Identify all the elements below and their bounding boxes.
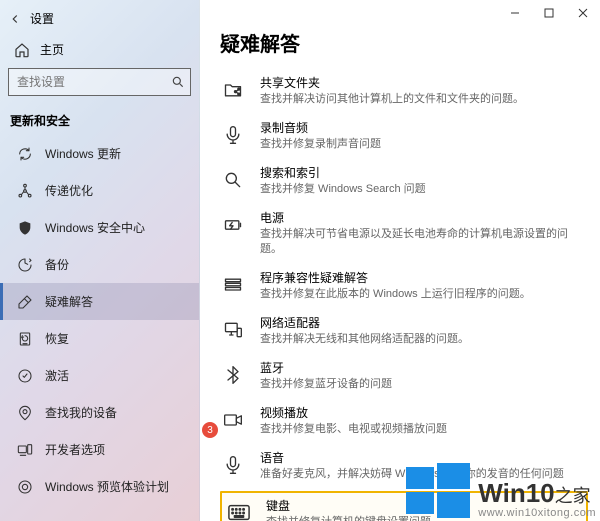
microphone-icon bbox=[220, 122, 246, 148]
troubleshooter-title: 共享文件夹 bbox=[260, 76, 582, 92]
sidebar-item-shield[interactable]: Windows 安全中心 bbox=[0, 209, 199, 246]
sidebar-item-find[interactable]: 查找我的设备 bbox=[0, 394, 199, 431]
search-wrap bbox=[8, 68, 191, 96]
win10-logo-icon bbox=[406, 461, 470, 519]
sidebar-item-label: 疑难解答 bbox=[45, 293, 93, 310]
titlebar: 设置 bbox=[0, 0, 199, 33]
troubleshooter-title: 网络适配器 bbox=[260, 316, 582, 332]
sidebar-item-sync[interactable]: Windows 更新 bbox=[0, 135, 199, 172]
troubleshooter-desc: 查找并解决无线和其他网络适配器的问题。 bbox=[260, 332, 582, 347]
watermark: Win10 之家 www.win10xitong.com bbox=[406, 461, 596, 519]
sidebar-item-insider[interactable]: Windows 预览体验计划 bbox=[0, 468, 199, 505]
troubleshooter-folder-share[interactable]: 共享文件夹 查找并解决访问其他计算机上的文件和文件夹的问题。 bbox=[220, 71, 588, 112]
troubleshooter-search[interactable]: 搜索和索引 查找并修复 Windows Search 问题 bbox=[220, 161, 588, 202]
shield-icon bbox=[17, 220, 33, 236]
troubleshooter-power[interactable]: 电源 查找并解决可节省电源以及延长电池寿命的计算机电源设置的问题。 bbox=[220, 206, 588, 262]
sidebar-item-recovery[interactable]: 恢复 bbox=[0, 320, 199, 357]
backup-icon bbox=[17, 257, 33, 273]
network-icon bbox=[220, 317, 246, 343]
sidebar-item-label: Windows 预览体验计划 bbox=[45, 478, 169, 495]
page-title: 疑难解答 bbox=[220, 28, 588, 57]
sidebar-item-delivery[interactable]: 传递优化 bbox=[0, 172, 199, 209]
find-icon bbox=[17, 405, 33, 421]
recovery-icon bbox=[17, 331, 33, 347]
sidebar-item-label: 传递优化 bbox=[45, 182, 93, 199]
window-controls bbox=[498, 0, 600, 26]
sidebar-item-activation[interactable]: 激活 bbox=[0, 357, 199, 394]
video-icon bbox=[220, 407, 246, 433]
troubleshooter-title: 电源 bbox=[260, 211, 582, 227]
watermark-url: www.win10xitong.com bbox=[478, 508, 596, 519]
search-input[interactable] bbox=[8, 68, 191, 96]
compat-icon bbox=[220, 272, 246, 298]
bluetooth-icon bbox=[220, 362, 246, 388]
troubleshooter-list: 共享文件夹 查找并解决访问其他计算机上的文件和文件夹的问题。 录制音频 查找并修… bbox=[220, 71, 588, 521]
troubleshooter-desc: 查找并修复电影、电视或视频播放问题 bbox=[260, 422, 582, 437]
troubleshooter-desc: 查找并修复蓝牙设备的问题 bbox=[260, 377, 582, 392]
troubleshooter-title: 录制音频 bbox=[260, 121, 582, 137]
content-area: 疑难解答 共享文件夹 查找并解决访问其他计算机上的文件和文件夹的问题。 录制音频… bbox=[200, 0, 600, 521]
sidebar-item-label: 恢复 bbox=[45, 330, 69, 347]
troubleshooter-bluetooth[interactable]: 蓝牙 查找并修复蓝牙设备的问题 bbox=[220, 356, 588, 397]
sidebar-item-troubleshoot[interactable]: 疑难解答 bbox=[0, 283, 199, 320]
section-label: 更新和安全 bbox=[0, 102, 199, 135]
troubleshooter-desc: 查找并修复 Windows Search 问题 bbox=[260, 182, 582, 197]
sync-icon bbox=[17, 146, 33, 162]
troubleshooter-compat[interactable]: 程序兼容性疑难解答 查找并修复在此版本的 Windows 上运行旧程序的问题。 bbox=[220, 266, 588, 307]
maximize-button[interactable] bbox=[532, 0, 566, 26]
activation-icon bbox=[17, 368, 33, 384]
troubleshooter-desc: 查找并修复录制声音问题 bbox=[260, 137, 582, 152]
delivery-icon bbox=[17, 183, 33, 199]
close-button[interactable] bbox=[566, 0, 600, 26]
troubleshooter-desc: 查找并解决可节省电源以及延长电池寿命的计算机电源设置的问题。 bbox=[260, 227, 582, 258]
troubleshooter-title: 程序兼容性疑难解答 bbox=[260, 271, 582, 287]
troubleshooter-desc: 查找并修复在此版本的 Windows 上运行旧程序的问题。 bbox=[260, 287, 582, 302]
troubleshooter-title: 蓝牙 bbox=[260, 361, 582, 377]
back-icon[interactable] bbox=[8, 12, 22, 26]
sidebar-item-label: 激活 bbox=[45, 367, 69, 384]
watermark-brand-en: Win10 bbox=[478, 478, 554, 508]
home-button[interactable]: 主页 bbox=[0, 33, 199, 68]
search-icon bbox=[171, 75, 185, 89]
dev-icon bbox=[17, 442, 33, 458]
sidebar-item-label: 开发者选项 bbox=[45, 441, 105, 458]
power-icon bbox=[220, 212, 246, 238]
troubleshooter-video[interactable]: 视频播放 查找并修复电影、电视或视频播放问题 bbox=[220, 401, 588, 442]
step-badge: 3 bbox=[202, 422, 218, 438]
minimize-button[interactable] bbox=[498, 0, 532, 26]
home-label: 主页 bbox=[40, 41, 64, 58]
troubleshooter-title: 搜索和索引 bbox=[260, 166, 582, 182]
home-icon bbox=[14, 42, 30, 58]
nav-list: Windows 更新 传递优化 Windows 安全中心 备份 疑难解答 恢复 … bbox=[0, 135, 199, 521]
folder-share-icon bbox=[220, 77, 246, 103]
troubleshooter-desc: 查找并解决访问其他计算机上的文件和文件夹的问题。 bbox=[260, 92, 582, 107]
sidebar-item-backup[interactable]: 备份 bbox=[0, 246, 199, 283]
sidebar: 设置 主页 更新和安全 Windows 更新 传递优化 Windows 安全中心 bbox=[0, 0, 200, 521]
watermark-brand-zh: 之家 bbox=[555, 487, 591, 505]
troubleshoot-icon bbox=[17, 294, 33, 310]
app-title: 设置 bbox=[30, 10, 54, 27]
sidebar-item-label: 查找我的设备 bbox=[45, 404, 117, 421]
sidebar-item-label: Windows 安全中心 bbox=[45, 219, 145, 236]
search-icon bbox=[220, 167, 246, 193]
sidebar-item-label: 备份 bbox=[45, 256, 69, 273]
insider-icon bbox=[17, 479, 33, 495]
sidebar-item-label: Windows 更新 bbox=[45, 145, 121, 162]
troubleshooter-microphone[interactable]: 录制音频 查找并修复录制声音问题 bbox=[220, 116, 588, 157]
sidebar-item-dev[interactable]: 开发者选项 bbox=[0, 431, 199, 468]
mic2-icon bbox=[220, 452, 246, 478]
keyboard-icon bbox=[226, 500, 252, 521]
troubleshooter-network[interactable]: 网络适配器 查找并解决无线和其他网络适配器的问题。 bbox=[220, 311, 588, 352]
troubleshooter-title: 视频播放 bbox=[260, 406, 582, 422]
